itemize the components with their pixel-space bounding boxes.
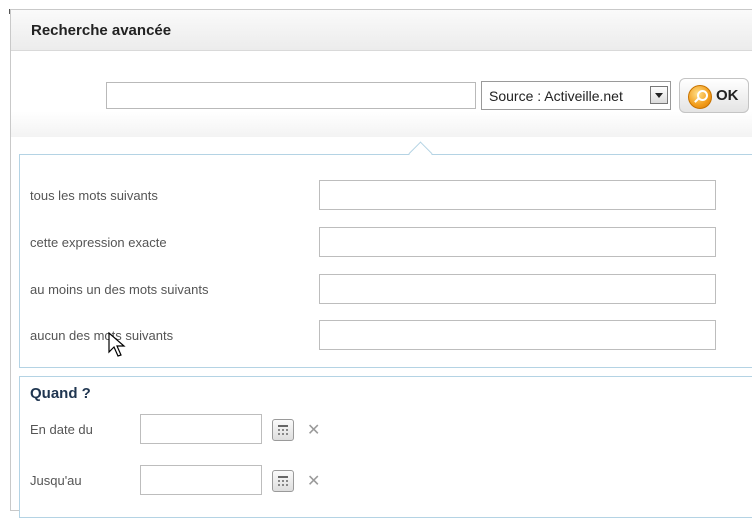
exact-phrase-label: cette expression exacte — [30, 235, 167, 250]
search-input[interactable] — [106, 82, 476, 109]
close-icon[interactable]: ✕ — [307, 473, 320, 489]
mouse-pointer-icon — [108, 332, 126, 357]
source-select-value: Source : Activeille.net — [489, 88, 623, 104]
close-icon[interactable]: ✕ — [307, 422, 320, 438]
from-date-input[interactable] — [140, 414, 262, 444]
source-select[interactable]: Source : Activeille.net — [481, 81, 671, 110]
ok-button-label: OK — [716, 87, 739, 104]
all-words-label: tous les mots suivants — [30, 188, 158, 203]
all-words-input[interactable] — [319, 180, 716, 210]
calendar-icon[interactable] — [272, 419, 294, 441]
page-title: Recherche avancée — [31, 22, 172, 39]
to-date-label: Jusqu'au — [30, 473, 82, 488]
word-filters-box: tous les mots suivants cette expression … — [19, 141, 752, 368]
to-date-input[interactable] — [140, 465, 262, 495]
search-key-icon — [688, 85, 712, 109]
exact-phrase-input[interactable] — [319, 227, 716, 257]
none-words-label: aucun des mots suivants — [30, 328, 174, 343]
panel-header: Recherche avancée — [11, 10, 752, 51]
any-words-label: au moins un des mots suivants — [30, 282, 209, 297]
from-date-label: En date du — [30, 422, 93, 437]
none-words-input[interactable] — [319, 320, 716, 350]
ok-button[interactable]: OK — [679, 78, 749, 113]
when-title: Quand ? — [30, 385, 91, 402]
any-words-input[interactable] — [319, 274, 716, 304]
calendar-icon[interactable] — [272, 470, 294, 492]
chevron-down-icon[interactable] — [650, 86, 668, 104]
search-bar: Source : Activeille.net OK — [11, 51, 752, 137]
